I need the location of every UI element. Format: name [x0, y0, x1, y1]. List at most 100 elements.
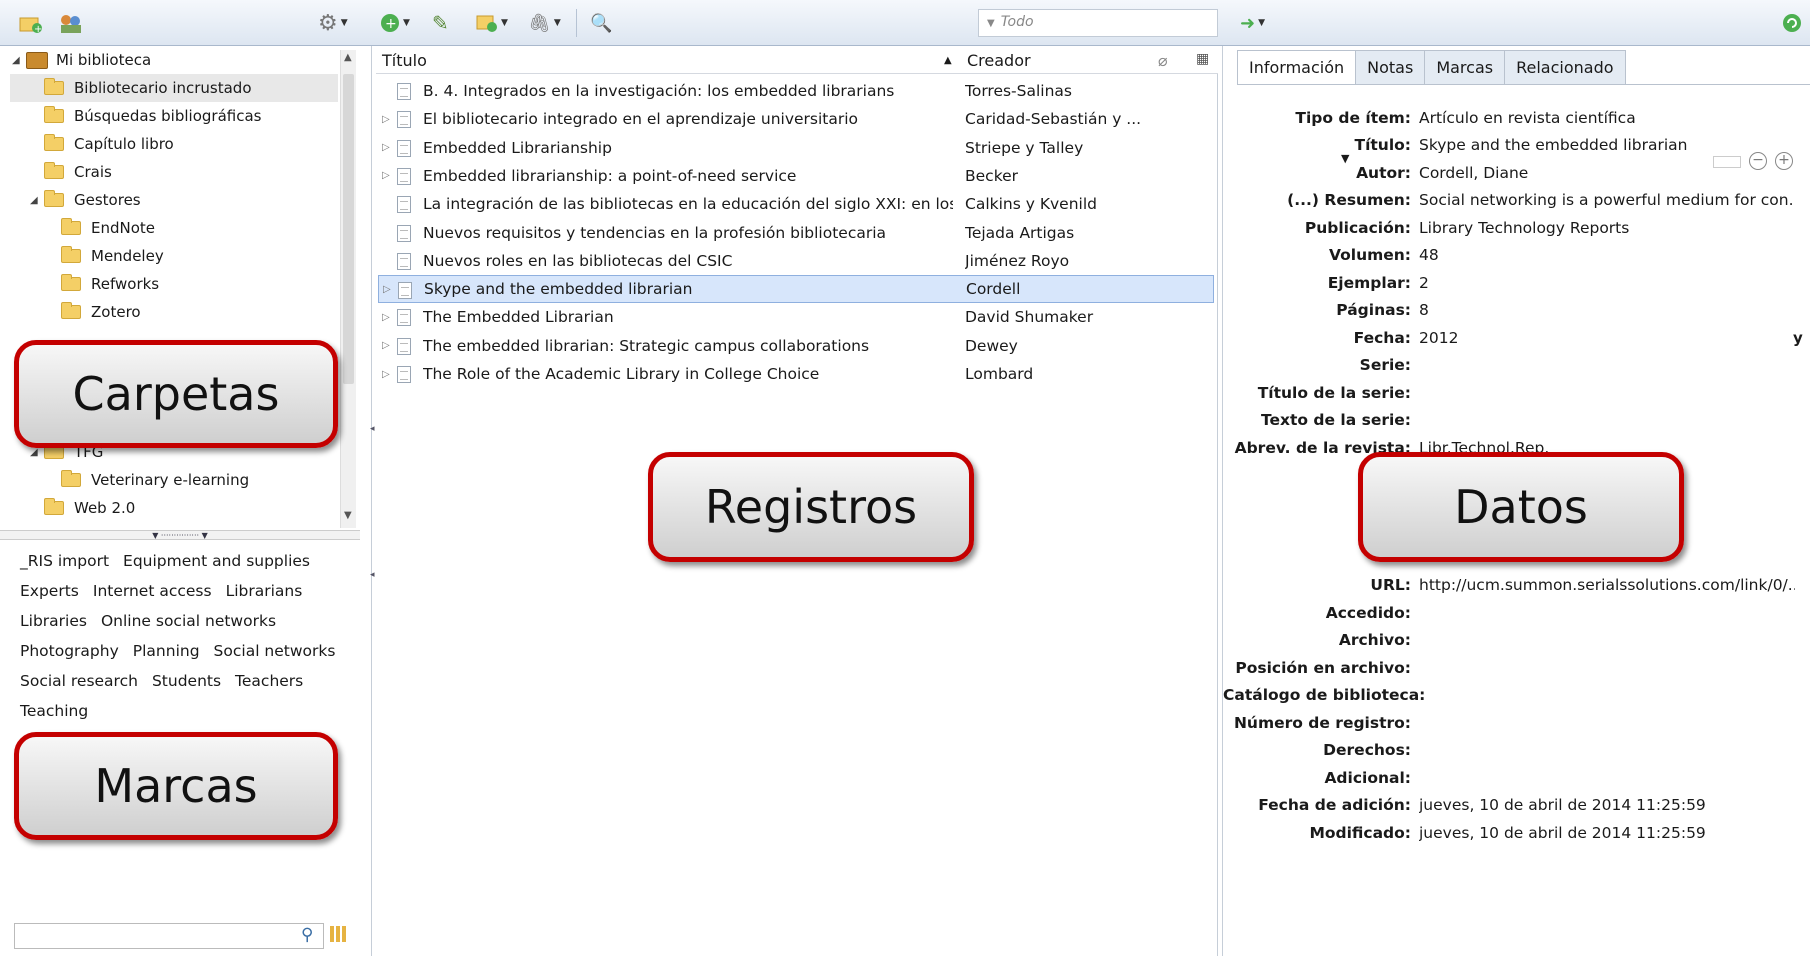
cell-creator: Striepe y Talley — [965, 138, 1084, 157]
actions-gear-icon[interactable]: ⚙ ▼ — [318, 10, 348, 36]
tab-informacion[interactable]: Información — [1237, 50, 1357, 85]
scroll-down-icon[interactable]: ▼ — [344, 510, 352, 521]
tag-search-input[interactable] — [14, 923, 324, 949]
pane-splitter[interactable]: ▼ ··············· ▼ — [0, 530, 360, 540]
new-collection-icon[interactable]: + — [18, 10, 42, 36]
table-row[interactable]: ▷ Embedded librarianship: a point-of-need… — [378, 162, 1214, 190]
table-row[interactable]: ▷ The embedded librarian: Strategic campu… — [378, 332, 1214, 360]
search-input[interactable]: ▼ Todo — [978, 9, 1218, 37]
tag[interactable]: Students — [152, 666, 221, 696]
expand-row-icon[interactable]: ▷ — [382, 312, 390, 323]
collapse-toggle-icon[interactable]: ◢ — [30, 447, 44, 458]
field-value[interactable]: Social networking is a powerful medium f… — [1419, 191, 1795, 209]
tag[interactable]: Teaching — [20, 696, 88, 726]
document-icon — [397, 224, 411, 242]
table-row[interactable]: ▷ El bibliotecario integrado en el aprend… — [378, 105, 1214, 133]
tree-item[interactable]: Búsquedas bibliográficas — [44, 102, 356, 130]
tag[interactable]: Internet access — [93, 576, 212, 606]
scroll-thumb[interactable] — [343, 74, 354, 384]
field-value[interactable]: jueves, 10 de abril de 2014 11:25:59 — [1419, 824, 1795, 842]
table-row[interactable]: ▷ The Embedded Librarian David Shumaker — [378, 303, 1214, 331]
table-row[interactable]: ▷ Embedded Librarianship Striepe y Talley — [378, 134, 1214, 162]
remove-creator-icon[interactable]: − — [1749, 152, 1767, 170]
library-icon — [26, 51, 48, 69]
scroll-up-icon[interactable]: ▲ — [344, 52, 352, 63]
table-row[interactable]: Nuevos roles en las bibliotecas del CSIC… — [378, 247, 1214, 275]
tag[interactable]: Social research — [20, 666, 138, 696]
field-value[interactable]: http://ucm.summon.serialssolutions.com/l… — [1419, 576, 1795, 594]
field-value[interactable]: 8 — [1419, 301, 1795, 319]
tab-relacionado[interactable]: Relacionado — [1504, 50, 1626, 84]
tab-notas[interactable]: Notas — [1355, 50, 1426, 84]
field-value[interactable]: Library Technology Reports — [1419, 219, 1795, 237]
table-row[interactable]: B. 4. Integrados en la investigación: lo… — [378, 77, 1214, 105]
tree-item[interactable]: ◢ Gestores — [30, 186, 356, 214]
tree-item[interactable]: Veterinary e-learning — [61, 466, 356, 494]
new-group-icon[interactable] — [58, 10, 84, 36]
collapse-left-icon[interactable]: ◂ — [370, 570, 375, 580]
expand-row-icon[interactable]: ▷ — [382, 142, 390, 153]
expand-authors-icon[interactable]: ▼ — [1341, 152, 1349, 165]
tree-item[interactable]: EndNote — [61, 214, 356, 242]
tree-root[interactable]: ◢ Mi biblioteca — [12, 46, 352, 74]
field-label: Serie: — [1359, 356, 1411, 374]
expand-row-icon[interactable]: ▷ — [382, 170, 390, 181]
advanced-search-icon[interactable]: 🔍 — [590, 10, 612, 36]
tag[interactable]: _RIS import — [20, 546, 109, 576]
search-icon[interactable]: ⚲ — [301, 925, 313, 945]
field-value[interactable]: 48 — [1419, 246, 1795, 264]
add-by-identifier-icon[interactable]: ✎ — [432, 10, 449, 36]
tag[interactable]: Librarians — [226, 576, 303, 606]
tree-scrollbar[interactable]: ▲ ▼ — [340, 50, 356, 528]
new-item-icon[interactable]: + ▼ — [380, 10, 410, 36]
tree-item[interactable]: Bibliotecario incrustado — [10, 74, 338, 102]
tag[interactable]: Equipment and supplies — [123, 546, 310, 576]
collapse-toggle-icon[interactable]: ◢ — [12, 55, 26, 66]
column-picker-icon[interactable]: ▦ — [1196, 51, 1209, 67]
expand-row-icon[interactable]: ▷ — [383, 284, 391, 295]
attach-icon[interactable]: 🖇 ▼ — [528, 10, 561, 36]
attachment-column-icon[interactable]: ⌀ — [1158, 51, 1168, 70]
table-row[interactable]: ▷ The Role of the Academic Library in Col… — [378, 360, 1214, 388]
tree-item[interactable]: Web 2.0 — [44, 494, 356, 522]
expand-row-icon[interactable]: ▷ — [382, 340, 390, 351]
creator-type-toggle[interactable] — [1713, 156, 1741, 168]
tag[interactable]: Teachers — [235, 666, 303, 696]
tree-item[interactable]: Refworks — [61, 270, 356, 298]
expand-row-icon[interactable]: ▷ — [382, 369, 390, 380]
sync-icon[interactable] — [1782, 10, 1802, 36]
locate-icon[interactable]: ➜ ▼ — [1240, 10, 1265, 36]
table-row[interactable]: Nuevos requisitos y tendencias en la pro… — [378, 219, 1214, 247]
expand-row-icon[interactable]: ▷ — [382, 114, 390, 125]
tree-item[interactable]: Crais — [44, 158, 356, 186]
cell-title: Nuevos requisitos y tendencias en la pro… — [423, 223, 887, 242]
tree-item[interactable]: Mendeley — [61, 242, 356, 270]
field-value[interactable]: 2 — [1419, 274, 1795, 292]
tree-item[interactable]: Capítulo libro — [44, 130, 356, 158]
field-accedido: Accedido: — [1223, 604, 1419, 622]
field-value[interactable]: jueves, 10 de abril de 2014 11:25:59 — [1419, 796, 1795, 814]
table-row[interactable]: La integración de las bibliotecas en la … — [378, 190, 1214, 218]
column-header-title[interactable]: Título — [382, 51, 427, 70]
field-label: Título: — [1354, 136, 1412, 154]
add-creator-icon[interactable]: + — [1775, 152, 1793, 170]
new-note-icon[interactable]: ▼ — [476, 10, 508, 36]
field-value[interactable]: 2012 — [1419, 329, 1795, 347]
table-row[interactable]: ▷ Skype and the embedded librarian Cordell — [378, 275, 1214, 304]
tag[interactable]: Experts — [20, 576, 79, 606]
tag[interactable]: Social networks — [214, 636, 336, 666]
tag[interactable]: Photography — [20, 636, 119, 666]
collapse-toggle-icon[interactable]: ◢ — [30, 195, 44, 206]
field-value[interactable]: Artículo en revista científica — [1419, 109, 1795, 127]
tag[interactable]: Online social networks — [101, 606, 276, 636]
folder-icon — [61, 274, 81, 291]
tag[interactable]: Planning — [133, 636, 200, 666]
collapse-left-icon[interactable]: ◂ — [370, 424, 375, 434]
tag[interactable]: Libraries — [20, 606, 87, 636]
tag-selector: _RIS import Equipment and supplies Expert… — [20, 546, 350, 726]
column-header-creator[interactable]: Creador — [967, 51, 1031, 70]
document-icon — [397, 196, 411, 214]
tree-item[interactable]: Zotero — [61, 298, 356, 326]
tag-actions-icon[interactable] — [330, 926, 346, 942]
tab-marcas[interactable]: Marcas — [1424, 50, 1506, 84]
